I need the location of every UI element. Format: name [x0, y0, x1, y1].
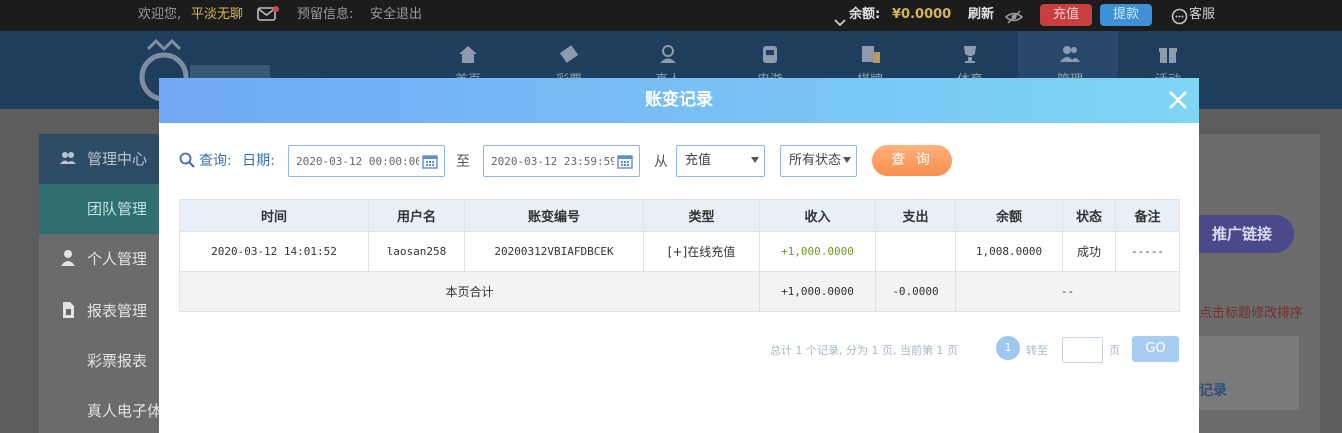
page-total-label: 本页合计 — [179, 271, 760, 312]
goto-label: 转至 — [1026, 344, 1048, 357]
pagination-summary: 总计 1 个记录, 分为 1 页, 当前第 1 页 — [770, 344, 958, 357]
recharge-button[interactable]: 充值 — [1040, 4, 1092, 26]
table-row: 2020-03-12 14:01:52 laosan258 20200312VB… — [179, 231, 1180, 272]
go-button[interactable]: GO — [1132, 336, 1179, 362]
eye-off-icon[interactable] — [1004, 7, 1024, 24]
type-select[interactable]: 充值 — [676, 145, 765, 177]
withdraw-button[interactable]: 提款 — [1100, 4, 1152, 26]
end-date-input[interactable] — [484, 146, 614, 176]
reserved-info-label: 预留信息: — [297, 7, 354, 22]
welcome-text: 欢迎您, — [138, 7, 182, 22]
query-button[interactable]: 查 询 — [872, 145, 952, 176]
records-table: 时间 用户名 账变编号 类型 收入 支出 余额 状态 备注 2020-03-12… — [179, 199, 1180, 312]
sidebar-item-label: 报表管理 — [87, 302, 148, 320]
cell-income: +1,000.0000 — [759, 231, 876, 272]
status-select[interactable]: 所有状态 — [780, 145, 857, 177]
username-link[interactable]: 平淡无聊 — [191, 0, 243, 31]
cell-username: laosan258 — [368, 231, 465, 272]
column-header-record-id[interactable]: 账变编号 — [464, 199, 644, 232]
type-select-value: 充值 — [685, 153, 712, 168]
calendar-icon[interactable] — [422, 153, 438, 169]
start-date-field[interactable] — [288, 145, 445, 177]
page-total-rest: -- — [955, 271, 1180, 312]
chat-icon[interactable] — [1171, 7, 1188, 25]
from-label: 从 — [654, 154, 668, 170]
refresh-link[interactable]: 刷新 — [968, 0, 994, 31]
page-unit-label: 页 — [1109, 344, 1120, 357]
column-header-balance[interactable]: 余额 — [955, 199, 1063, 232]
query-label: 查询: — [199, 153, 232, 169]
balance-value: ¥0.0000 — [892, 7, 952, 22]
calendar-icon[interactable] — [617, 153, 633, 169]
column-header-type[interactable]: 类型 — [643, 199, 760, 232]
sidebar-item-live-report[interactable]: 真人电子体 — [39, 386, 163, 433]
column-header-username[interactable]: 用户名 — [368, 199, 465, 232]
table-header-row: 时间 用户名 账变编号 类型 收入 支出 余额 状态 备注 — [179, 199, 1180, 232]
document-icon — [63, 302, 74, 318]
date-label: 日期: — [242, 153, 275, 169]
page-total-row: 本页合计 +1,000.0000 -0.0000 -- — [179, 271, 1180, 312]
cell-balance: 1,008.0000 — [955, 231, 1063, 272]
column-header-income[interactable]: 收入 — [759, 199, 876, 232]
chevron-down-icon[interactable] — [834, 10, 846, 27]
sidebar-item-label: 彩票报表 — [87, 352, 148, 370]
cell-expense — [875, 231, 956, 272]
logout-link[interactable]: 安全退出 — [370, 0, 422, 31]
top-bar: 欢迎您, 平淡无聊 预留信息: 安全退出 余额: ¥0.0000 刷新 充值 提… — [0, 0, 1342, 31]
promo-link-button[interactable]: 推广链接 — [1190, 215, 1294, 253]
query-label-group: 查询: 日期: — [179, 150, 275, 170]
close-icon[interactable] — [1167, 89, 1189, 111]
sidebar-item-team[interactable]: 团队管理 — [39, 184, 163, 234]
dealer-icon — [660, 45, 676, 63]
modal-header: 账变记录 — [159, 78, 1199, 123]
caret-down-icon — [843, 157, 851, 163]
start-date-input[interactable] — [289, 146, 419, 176]
users-icon — [1060, 46, 1080, 62]
mail-icon[interactable] — [257, 5, 279, 23]
sidebar-item-lottery-report[interactable]: 彩票报表 — [39, 336, 163, 386]
pagination-current-page[interactable]: 1 — [996, 336, 1020, 360]
sidebar-item-label: 团队管理 — [87, 200, 148, 218]
account-change-modal: 账变记录 查询: 日期: 至 从 充值 — [159, 78, 1199, 433]
home-icon — [459, 46, 477, 63]
search-icon — [179, 152, 195, 168]
gift-icon — [1159, 48, 1177, 63]
page-total-expense: -0.0000 — [875, 271, 956, 312]
column-header-time[interactable]: 时间 — [179, 199, 369, 232]
promo-link-label: 推广链接 — [1212, 225, 1273, 243]
trophy-icon — [964, 46, 976, 63]
sidebar-item-reports[interactable]: 报表管理 — [39, 286, 163, 336]
status-select-value: 所有状态 — [789, 153, 842, 168]
cell-status: 成功 — [1062, 231, 1116, 272]
caret-down-icon — [751, 157, 759, 163]
slot-machine-icon — [763, 46, 777, 63]
cell-type: [+]在线充值 — [643, 231, 760, 272]
sidebar-item-label: 个人管理 — [87, 250, 148, 268]
cards-icon — [862, 46, 880, 63]
sidebar-item-management-center[interactable]: 管理中心 — [39, 134, 163, 184]
sidebar-item-label: 管理中心 — [87, 150, 148, 168]
modal-title: 账变记录 — [645, 90, 713, 110]
date-range-separator: 至 — [456, 154, 470, 170]
customer-service-link[interactable]: 客服 — [1189, 0, 1215, 31]
ticket-icon — [559, 45, 579, 63]
page-total-income: +1,000.0000 — [759, 271, 876, 312]
user-icon — [61, 250, 75, 266]
column-header-expense[interactable]: 支出 — [875, 199, 956, 232]
column-header-status[interactable]: 状态 — [1062, 199, 1116, 232]
goto-page-input[interactable] — [1062, 337, 1103, 363]
cell-record-id: 20200312VBIAFDBCEK — [464, 231, 644, 272]
sort-hint-text: 点击标题修改排序 — [1199, 306, 1304, 321]
end-date-field[interactable] — [483, 145, 640, 177]
sidebar-item-personal[interactable]: 个人管理 — [39, 234, 163, 284]
cell-time: 2020-03-12 14:01:52 — [179, 231, 369, 272]
sidebar-item-label: 真人电子体 — [87, 402, 163, 420]
cell-note: ----- — [1115, 231, 1180, 272]
record-link[interactable]: 记录 — [1199, 380, 1227, 400]
balance-label: 余额: — [849, 7, 881, 22]
column-header-note[interactable]: 备注 — [1115, 199, 1180, 232]
users-icon — [60, 152, 76, 164]
